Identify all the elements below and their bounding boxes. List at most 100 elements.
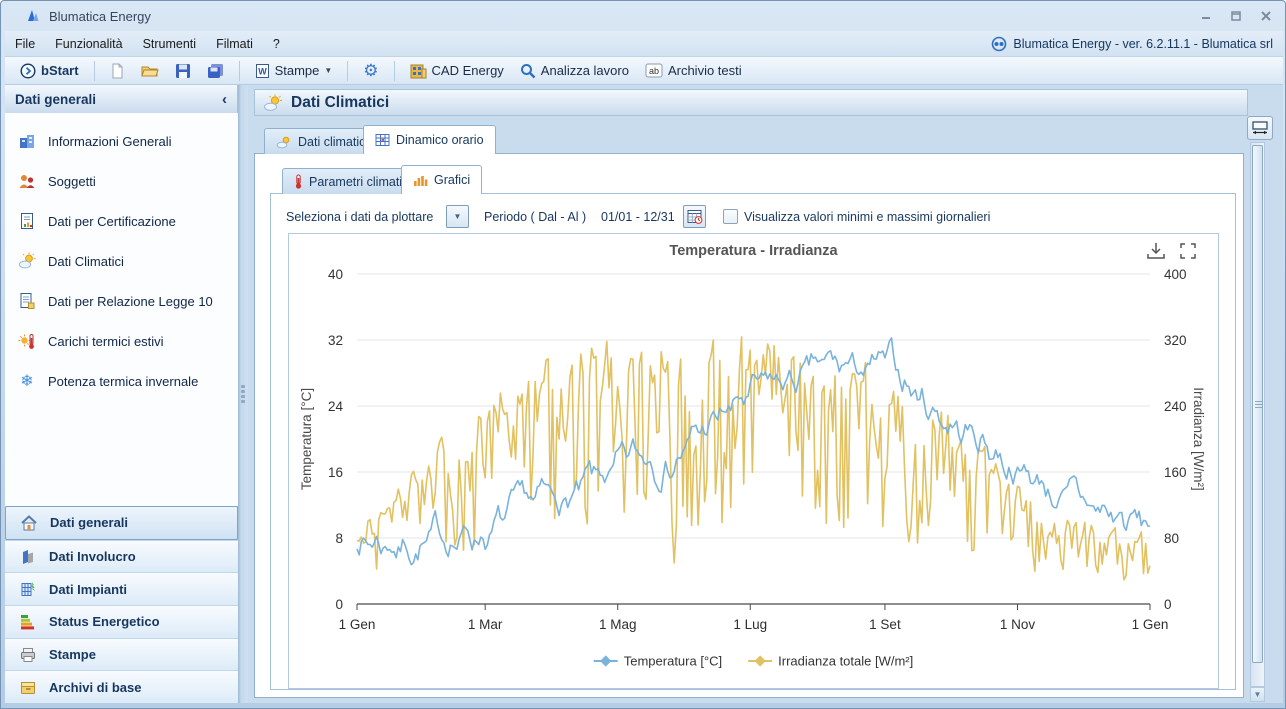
subtab-grafici[interactable]: Grafici (401, 165, 482, 194)
y-right-tick-label: 160 (1164, 465, 1187, 480)
nav-stampe[interactable]: Stampe (5, 638, 238, 671)
page-title: Dati Climatici (291, 94, 389, 112)
x-tick-label: 1 Mag (599, 617, 637, 632)
menu-bar: File Funzionalità Strumenti Filmati ? Bl… (5, 31, 1283, 57)
menu-help[interactable]: ? (263, 32, 290, 56)
menu-funzionalita[interactable]: Funzionalità (45, 32, 132, 56)
toolbar-separator (347, 61, 348, 81)
select-data-label: Seleziona i dati da plottare (286, 210, 433, 224)
save-icon (175, 63, 191, 79)
thermometer-icon (294, 174, 303, 189)
save-button[interactable] (170, 61, 196, 81)
sidebar-nav: Dati generali Dati Involucro Dati Impian… (5, 506, 238, 703)
sidebar-item-informazioni-generali[interactable]: Informazioni Generali (5, 121, 238, 161)
x-tick-label: 1 Mar (468, 617, 503, 632)
bstart-icon (20, 63, 36, 79)
sidebar-splitter[interactable] (238, 85, 248, 703)
chart-expand-icon[interactable] (1181, 244, 1195, 258)
y-left-axis-title: Temperatura [°C] (299, 388, 314, 490)
save-all-button[interactable] (202, 61, 229, 81)
x-tick-label: 1 Gen (1132, 617, 1169, 632)
toolbar-separator (239, 61, 240, 81)
scrollbar-thumb[interactable] (1252, 145, 1263, 663)
tab-dinamico-orario[interactable]: Dinamico orario (363, 125, 496, 154)
nav-archivi-di-base[interactable]: Archivi di base (5, 670, 238, 703)
nav-dati-involucro[interactable]: Dati Involucro (5, 540, 238, 573)
open-button[interactable] (136, 61, 164, 80)
y-right-tick-label: 400 (1164, 267, 1187, 282)
word-doc-icon: W (255, 63, 270, 79)
chart-bars-icon (413, 174, 428, 187)
y-left-tick-label: 32 (328, 333, 343, 348)
brand-icon (991, 36, 1007, 52)
plant-icon (19, 580, 37, 598)
calendar-button[interactable] (683, 205, 706, 228)
collapse-chevron-icon[interactable]: ‹ (222, 91, 227, 108)
climate-chart: 1 Gen1 Mar1 Mag1 Lug1 Set1 Nov1 Gen08162… (289, 234, 1218, 688)
sidebar-items-panel: Informazioni Generali Soggetti Dati per … (5, 113, 238, 506)
y-right-axis-title: Irradianza [W/m²] (1191, 387, 1206, 491)
save-all-icon (207, 63, 224, 79)
chart-container: 1 Gen1 Mar1 Mag1 Lug1 Set1 Nov1 Gen08162… (288, 233, 1219, 689)
app-window: Blumatica Energy File Funzionalità Strum… (0, 0, 1286, 709)
y-right-tick-label: 0 (1164, 597, 1172, 612)
settings-button[interactable]: ⚙ (358, 60, 383, 81)
sidebar: Dati generali ‹ Informazioni Generali So… (5, 85, 238, 703)
new-file-button[interactable] (105, 61, 130, 81)
svg-text:W: W (258, 66, 267, 76)
period-value[interactable]: 01/01 - 12/31 (601, 210, 675, 224)
table-icon (375, 133, 390, 147)
sidebar-item-relazione-legge10[interactable]: Dati per Relazione Legge 10 (5, 281, 238, 321)
x-tick-label: 1 Lug (733, 617, 767, 632)
menu-strumenti[interactable]: Strumenti (133, 32, 207, 56)
brand-text: Blumatica Energy - ver. 6.2.11.1 - Bluma… (1013, 37, 1273, 51)
minmax-checkbox[interactable] (723, 209, 738, 224)
y-left-tick-label: 0 (335, 597, 343, 612)
printer-icon (19, 646, 37, 664)
svg-text:Temperatura [°C]: Temperatura [°C] (624, 654, 722, 669)
toolbar-separator (394, 61, 395, 81)
minmax-checkbox-label: Visualizza valori minimi e massimi giorn… (744, 210, 990, 224)
sidebar-item-soggetti[interactable]: Soggetti (5, 161, 238, 201)
nav-dati-impianti[interactable]: Dati Impianti (5, 572, 238, 605)
menu-filmati[interactable]: Filmati (206, 32, 263, 56)
minimize-button[interactable] (1191, 7, 1221, 25)
chart-download-icon[interactable] (1148, 243, 1164, 258)
title-bar: Blumatica Energy (1, 1, 1286, 31)
nav-dati-generali[interactable]: Dati generali (5, 506, 238, 540)
sidebar-item-dati-certificazione[interactable]: Dati per Certificazione (5, 201, 238, 241)
maximize-button[interactable] (1221, 7, 1251, 25)
sidebar-item-potenza-invernale[interactable]: ❄ Potenza termica invernale (5, 361, 238, 401)
x-tick-label: 1 Nov (1000, 617, 1036, 632)
close-button[interactable] (1251, 7, 1281, 25)
cad-icon (410, 63, 427, 79)
fit-width-button[interactable] (1247, 116, 1273, 140)
sun-cloud-icon (263, 94, 283, 112)
period-label: Periodo ( Dal - Al ) (484, 210, 586, 224)
x-tick-label: 1 Gen (339, 617, 376, 632)
analizza-lavoro-button[interactable]: Analizza lavoro (515, 61, 634, 81)
y-left-tick-label: 40 (328, 267, 343, 282)
caret-down-icon: ▼ (324, 66, 332, 75)
legend-item[interactable]: Temperatura [°C] (594, 654, 722, 669)
cad-energy-button[interactable]: CAD Energy (405, 61, 509, 81)
y-right-tick-label: 80 (1164, 531, 1179, 546)
people-icon (18, 172, 36, 190)
scrollbar-down-button[interactable]: ▼ (1250, 687, 1265, 702)
ab-icon: ab (645, 63, 663, 78)
y-left-tick-label: 16 (328, 465, 343, 480)
legend-item[interactable]: Irradianza totale [W/m²] (748, 654, 913, 669)
document-chart-icon (18, 212, 36, 230)
menu-file[interactable]: File (5, 32, 45, 56)
archivio-testi-button[interactable]: ab Archivio testi (640, 61, 747, 80)
svg-text:Irradianza totale [W/m²]: Irradianza totale [W/m²] (778, 654, 913, 669)
sidebar-item-carichi-estivi[interactable]: Carichi termici estivi (5, 321, 238, 361)
stampe-button[interactable]: W Stampe ▼ (250, 61, 338, 81)
page-header: Dati Climatici (254, 89, 1248, 116)
select-data-dropdown[interactable]: ▼ (446, 205, 469, 228)
nav-status-energetico[interactable]: Status Energetico (5, 605, 238, 638)
series-irradianza-totale (357, 337, 1150, 580)
sidebar-item-dati-climatici[interactable]: Dati Climatici (5, 241, 238, 281)
bstart-button[interactable]: bStart (15, 61, 84, 81)
vertical-scrollbar[interactable] (1250, 142, 1265, 687)
